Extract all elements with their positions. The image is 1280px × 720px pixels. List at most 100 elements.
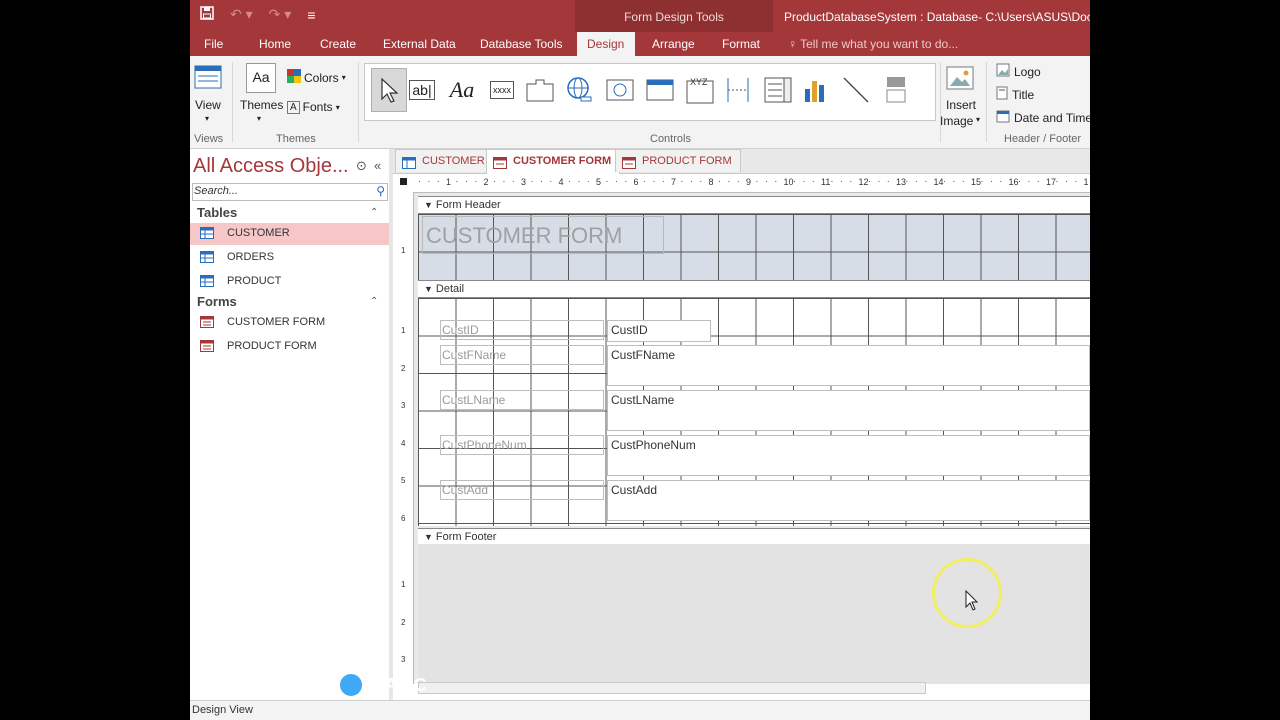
ruler-number: 6	[401, 513, 406, 523]
shutter-bar-close-icon[interactable]: «	[374, 158, 381, 173]
insert-image-button[interactable]	[946, 64, 974, 95]
textbox-custphonenum[interactable]: CustPhoneNum	[607, 435, 1090, 476]
tab-format[interactable]: Format	[712, 32, 770, 56]
search-icon[interactable]: ⚲	[376, 184, 385, 198]
document-tabs: CUSTOMER CUSTOMER FORM PRODUCT FORM	[393, 149, 1090, 174]
nav-title[interactable]: All Access Obje...	[193, 155, 349, 178]
tab-file[interactable]: File	[194, 32, 233, 56]
colors-button[interactable]: Colors ▾	[287, 69, 346, 86]
logo-button[interactable]: Logo	[996, 63, 1041, 80]
tab-create[interactable]: Create	[310, 32, 366, 56]
ruler-tick: ·	[905, 176, 909, 187]
ruler-number: 2	[401, 617, 406, 627]
ruler-number: 8	[708, 177, 714, 187]
form-selector[interactable]	[400, 178, 407, 185]
combo-box-icon[interactable]	[763, 70, 793, 110]
ruler-number: 2	[483, 177, 489, 187]
ruler-tick: ·	[427, 176, 431, 187]
section-label: Form Header	[435, 199, 501, 211]
line-icon[interactable]	[841, 70, 871, 110]
collapse-chevron-icon[interactable]: ⌃	[370, 207, 378, 218]
button-control-icon[interactable]: xxxx	[487, 70, 517, 110]
chart-icon[interactable]	[801, 70, 831, 110]
ruler-tick: ·	[961, 176, 965, 187]
page-break-icon[interactable]	[723, 70, 753, 110]
themes-icon[interactable]: Aa	[246, 63, 276, 93]
navigation-control-icon[interactable]	[645, 70, 675, 110]
detail-bar[interactable]: ▼ Detail	[418, 280, 1090, 298]
nav-item-product-form[interactable]: PRODUCT FORM	[190, 336, 389, 358]
ribbon-tabs: File Home Create External Data Database …	[190, 32, 1090, 56]
horizontal-scrollbar[interactable]	[418, 682, 926, 694]
ruler-tick: ·	[455, 176, 459, 187]
view-button[interactable]	[194, 64, 222, 95]
tables-header[interactable]: Tables	[197, 205, 237, 220]
themes-label: Themes	[240, 98, 284, 112]
forms-header[interactable]: Forms	[197, 294, 237, 309]
customize-qat-icon[interactable]: ≡	[307, 7, 315, 23]
select-pointer-icon[interactable]	[371, 68, 407, 112]
contextual-tools-label: Form Design Tools	[575, 0, 773, 32]
ruler-number: 5	[401, 476, 406, 485]
undo-icon[interactable]: ↶ ▾	[230, 6, 253, 23]
nav-item-orders[interactable]: ORDERS	[190, 247, 389, 269]
save-icon[interactable]	[200, 6, 214, 23]
title-label: Title	[1012, 87, 1035, 102]
doc-tab-product-form[interactable]: PRODUCT FORM	[615, 149, 741, 172]
ruler-tick: ·	[774, 176, 778, 187]
ruler-tick: ·	[1017, 176, 1022, 187]
textbox-custfname[interactable]: CustFName	[607, 345, 1090, 386]
label-custadd[interactable]: CustAdd	[440, 480, 604, 500]
ruler-tick: ·	[474, 176, 478, 187]
web-browser-control-icon[interactable]	[605, 70, 635, 110]
view-label: View	[195, 98, 221, 112]
textbox-custlname[interactable]: CustLName	[607, 390, 1090, 431]
label-custlname[interactable]: CustLName	[440, 390, 604, 410]
label-control-icon[interactable]: Aa	[447, 70, 477, 110]
ruler-tick: ·	[661, 176, 665, 187]
textbox-custid[interactable]: CustID	[607, 320, 711, 342]
ruler-tick: ·	[417, 176, 422, 187]
textbox-custadd[interactable]: CustAdd	[607, 480, 1090, 521]
nav-item-label: CUSTOMER	[227, 227, 290, 239]
tab-home[interactable]: Home	[249, 32, 301, 56]
nav-item-customer-form[interactable]: CUSTOMER FORM	[190, 312, 389, 334]
title-button[interactable]: Title	[996, 86, 1034, 103]
ruler-tick: ·	[999, 176, 1003, 187]
tell-me-box[interactable]: ♀ Tell me what you want to do...	[788, 32, 958, 56]
label-custphonenum[interactable]: CustPhoneNum	[440, 435, 604, 455]
ruler-tick: ·	[736, 176, 740, 187]
form-header-bar[interactable]: ▼ Form Header	[418, 196, 1090, 214]
toggle-button-icon[interactable]	[881, 70, 911, 110]
fonts-button[interactable]: A Fonts ▾	[287, 100, 340, 114]
tab-database-tools[interactable]: Database Tools	[470, 32, 573, 56]
nav-menu-chevron-icon[interactable]: ⊙	[356, 158, 367, 174]
option-group-icon[interactable]: XYZ	[685, 70, 715, 110]
colors-label: Colors	[304, 70, 339, 85]
text-box-icon[interactable]: ab|	[407, 70, 437, 110]
date-time-button[interactable]: Date and Time	[996, 109, 1090, 126]
label-custid[interactable]: CustID	[440, 320, 604, 340]
tab-external-data[interactable]: External Data	[373, 32, 466, 56]
watermark-word2: MATIC	[369, 674, 428, 695]
ruler-tick: ·	[586, 176, 590, 187]
nav-item-customer[interactable]: CUSTOMER	[190, 223, 389, 245]
label-custfname[interactable]: CustFName	[440, 345, 604, 365]
ruler-tick: ·	[1055, 176, 1059, 187]
chevron-down-icon: ▾	[205, 114, 210, 123]
nav-item-product[interactable]: PRODUCT	[190, 271, 389, 293]
ruler-tick: ·	[952, 176, 956, 187]
tab-control-icon[interactable]	[525, 70, 555, 110]
redo-icon[interactable]: ↷ ▾	[269, 6, 292, 23]
tab-arrange[interactable]: Arrange	[642, 32, 705, 56]
divider	[232, 62, 233, 142]
doc-tab-customer[interactable]: CUSTOMER	[395, 149, 494, 172]
nav-search-input[interactable]: Search... ⚲	[192, 183, 388, 201]
doc-tab-customer-form[interactable]: CUSTOMER FORM	[486, 149, 621, 174]
ruler-number: 4	[401, 438, 406, 448]
ruler-number: 7	[671, 177, 677, 187]
tab-design[interactable]: Design	[577, 32, 635, 56]
hyperlink-icon[interactable]	[565, 70, 595, 110]
collapse-chevron-icon[interactable]: ⌃	[370, 296, 378, 307]
form-title-label[interactable]: CUSTOMER FORM	[422, 216, 664, 254]
